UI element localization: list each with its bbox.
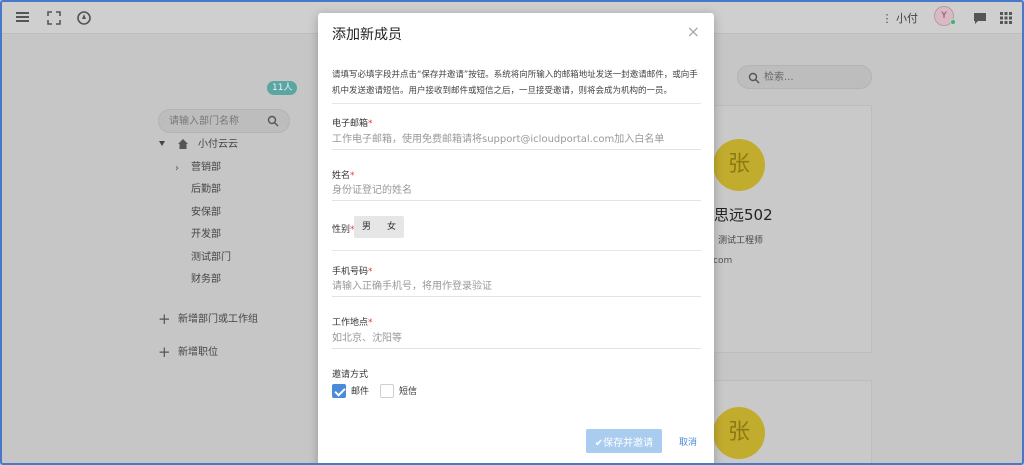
member-avatar: 张 bbox=[713, 407, 765, 459]
user-menu[interactable]: ⋮ 小付 bbox=[882, 10, 919, 26]
gender-option-female[interactable]: 女 bbox=[379, 216, 404, 238]
member-avatar: 张 bbox=[713, 139, 765, 191]
member-search-input[interactable] bbox=[764, 66, 864, 88]
plus-icon[interactable]: + bbox=[158, 345, 171, 360]
member-email: com bbox=[713, 256, 733, 266]
apps-grid-icon[interactable] bbox=[998, 10, 1014, 26]
menu-icon[interactable] bbox=[14, 10, 30, 26]
name-label: 姓名* bbox=[332, 171, 355, 181]
cancel-button[interactable]: 取消 bbox=[670, 429, 706, 453]
save-and-invite-button[interactable]: ✔保存并邀请 bbox=[586, 429, 662, 453]
search-icon[interactable] bbox=[267, 115, 279, 127]
tree-item-dept[interactable]: 开发部 bbox=[191, 228, 221, 242]
fullscreen-icon[interactable] bbox=[46, 10, 62, 26]
tree-item-dept[interactable]: 安保部 bbox=[191, 206, 221, 220]
member-search bbox=[737, 65, 872, 89]
dept-search-input[interactable] bbox=[169, 110, 269, 132]
add-member-dialog: 添加新成员 × 请填写必填字段并点击“保存并邀请”按钮。系统将向所输入的邮箱地址… bbox=[318, 13, 714, 463]
online-status-dot bbox=[950, 19, 956, 25]
app-window: ⋮ 小付 Y 11人 小付云云 › 营销部 后勤部 安保部 开发部 测试部门 财… bbox=[0, 0, 1024, 465]
compass-icon[interactable] bbox=[76, 10, 92, 26]
member-title: 测试工程师 bbox=[718, 236, 764, 246]
gender-label: 性别* bbox=[332, 225, 355, 235]
location-field[interactable] bbox=[332, 329, 701, 349]
invite-sms-checkbox[interactable] bbox=[380, 384, 394, 398]
invite-sms-label: 短信 bbox=[399, 387, 418, 397]
phone-field[interactable] bbox=[332, 277, 701, 297]
invite-email-checkbox[interactable] bbox=[332, 384, 346, 398]
tree-item-dept[interactable]: 后勤部 bbox=[191, 183, 221, 197]
add-dept-button[interactable]: 新增部门或工作组 bbox=[178, 313, 258, 327]
search-icon bbox=[748, 72, 760, 84]
collapse-caret-icon[interactable] bbox=[159, 141, 165, 146]
tree-item-dept[interactable]: 营销部 bbox=[191, 161, 221, 175]
email-label: 电子邮箱* bbox=[332, 119, 373, 129]
expand-caret-icon[interactable]: › bbox=[175, 163, 179, 174]
name-field[interactable] bbox=[332, 181, 701, 201]
add-position-button[interactable]: 新增职位 bbox=[178, 346, 218, 360]
location-label: 工作地点* bbox=[332, 318, 373, 328]
tree-item-dept[interactable]: 测试部门 bbox=[191, 251, 231, 265]
tree-root[interactable]: 小付云云 bbox=[198, 138, 238, 152]
dialog-description: 请填写必填字段并点击“保存并邀请”按钮。系统将向所输入的邮箱地址发送一封邀请邮件… bbox=[332, 70, 698, 96]
gender-option-male[interactable]: 男 bbox=[354, 216, 379, 238]
dialog-title: 添加新成员 bbox=[332, 27, 402, 43]
divider bbox=[332, 103, 701, 104]
close-icon[interactable]: × bbox=[687, 24, 700, 40]
divider bbox=[332, 250, 701, 251]
phone-label: 手机号码* bbox=[332, 267, 373, 277]
dept-search bbox=[158, 109, 290, 133]
plus-icon[interactable]: + bbox=[158, 312, 171, 327]
tree-item-dept[interactable]: 财务部 bbox=[191, 273, 221, 287]
user-name: 小付 bbox=[896, 12, 918, 25]
chat-icon[interactable] bbox=[972, 10, 988, 26]
member-count-badge: 11人 bbox=[267, 81, 298, 95]
gender-selector: 男 女 bbox=[354, 216, 405, 238]
email-field[interactable] bbox=[332, 130, 701, 150]
more-vertical-icon: ⋮ bbox=[881, 12, 896, 25]
home-icon bbox=[178, 139, 188, 149]
invite-method-label: 邀请方式 bbox=[332, 370, 369, 380]
invite-email-label: 邮件 bbox=[351, 387, 370, 397]
